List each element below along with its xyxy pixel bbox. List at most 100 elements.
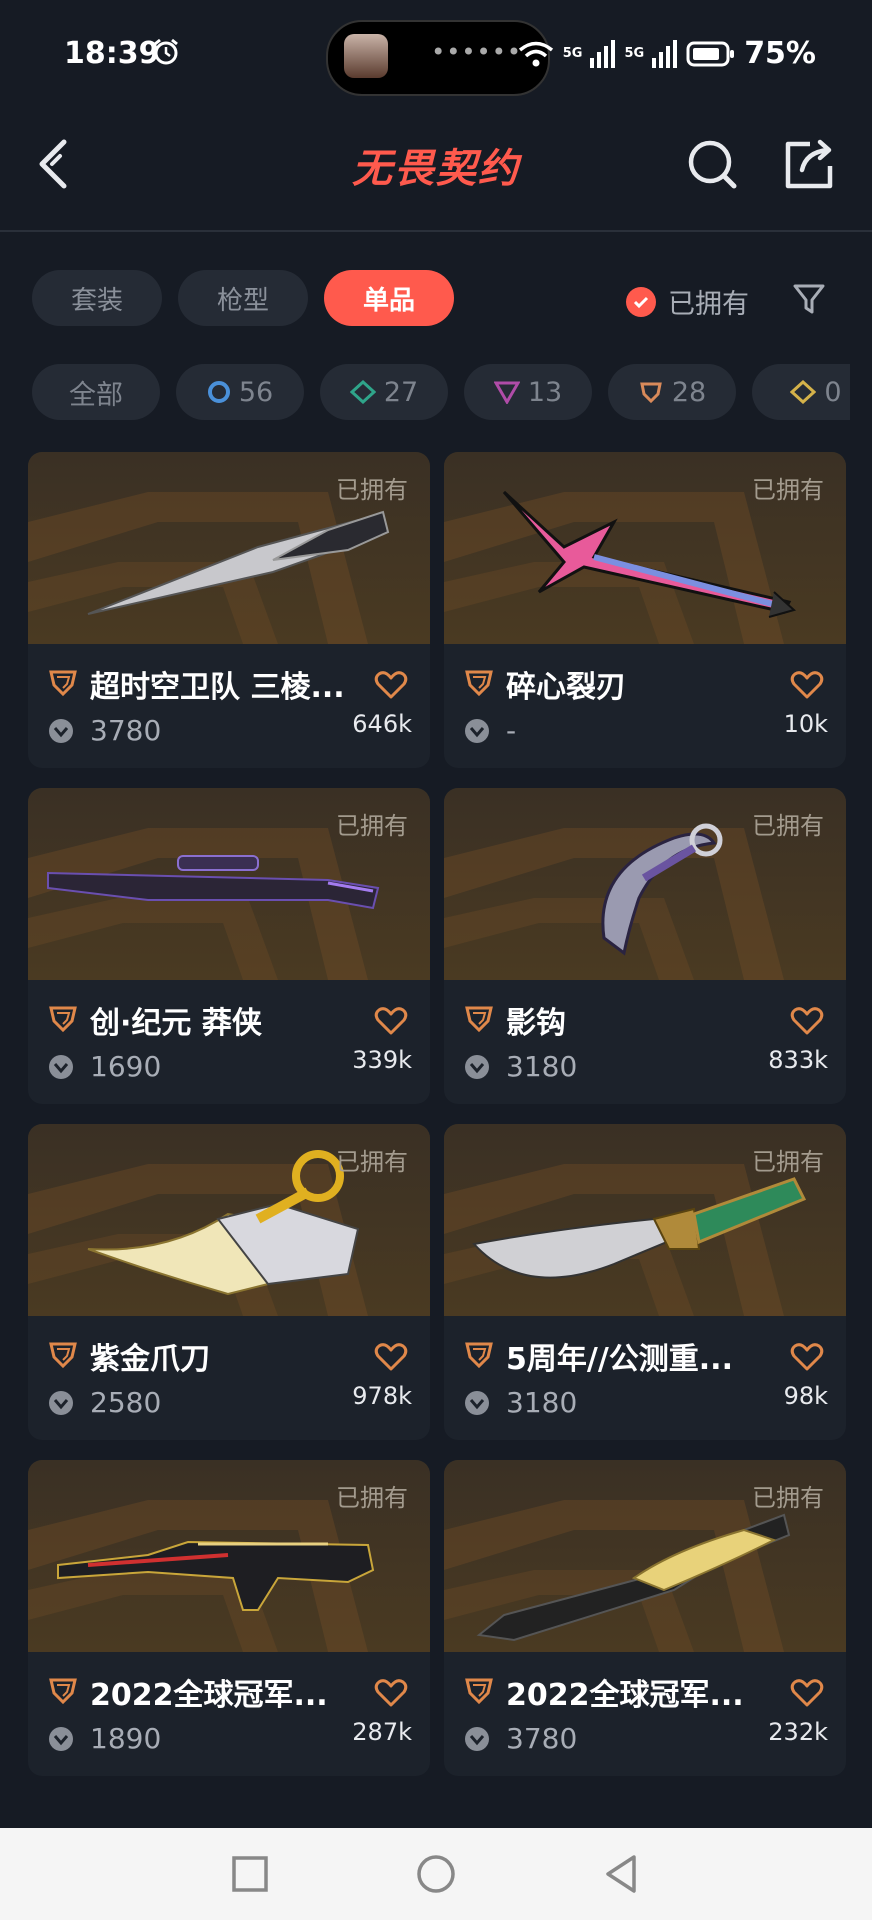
tab-gun-types[interactable]: 枪型 (178, 270, 308, 326)
chip-label: 56 (238, 376, 274, 408)
triangle-purple-icon (493, 381, 520, 404)
item-card[interactable]: 已拥有 紫金爪刀 2580 978k (28, 1124, 430, 1440)
chip-exclusive[interactable]: 28 (608, 364, 736, 420)
chip-label: 13 (527, 376, 563, 408)
owned-label: 已拥有 (336, 812, 408, 840)
heart-icon[interactable] (790, 1678, 824, 1708)
like-count: 232k (768, 1718, 828, 1746)
item-image: 已拥有 (28, 1124, 430, 1316)
owned-label: 已拥有 (336, 476, 408, 504)
item-name: 超时空卫队 三棱... (90, 670, 345, 705)
heart-icon[interactable] (374, 1006, 408, 1036)
vp-currency-icon (465, 719, 489, 743)
owned-toggle[interactable]: 已拥有 (626, 282, 749, 321)
chip-label: 28 (671, 376, 707, 408)
like-count: 833k (768, 1046, 828, 1074)
chip-select[interactable]: 56 (176, 364, 304, 420)
vp-currency-icon (49, 1391, 73, 1415)
item-grid: 已拥有 超时空卫队 三棱... 3780 646k 已拥有 碎心裂刃 -10k 已拥有 创·纪元… (28, 452, 846, 1776)
tier-exclusive-icon (465, 1342, 493, 1369)
chip-deluxe[interactable]: 27 (320, 364, 448, 420)
item-name: 碎心裂刃 (506, 670, 626, 705)
tier-exclusive-icon (49, 670, 77, 697)
category-tabs: 套装 枪型 单品 (32, 270, 454, 326)
search-icon[interactable] (686, 136, 738, 192)
item-card[interactable]: 已拥有 创·纪元 莽侠 1690 339k (28, 788, 430, 1104)
item-price: 3780 (90, 714, 162, 747)
owned-label: 已拥有 (336, 1148, 408, 1176)
chip-label: 0 (824, 376, 842, 408)
tier-exclusive-icon (49, 1006, 77, 1033)
ring-blue-icon (207, 381, 230, 403)
heart-icon[interactable] (374, 1678, 408, 1708)
back-nav-icon[interactable] (600, 1852, 644, 1896)
app-header: 无畏契约 (0, 110, 872, 232)
pentagon-orange-icon (639, 382, 662, 404)
filter-icon[interactable] (792, 282, 826, 316)
owned-toggle-label: 已拥有 (668, 289, 749, 320)
item-image: 已拥有 (444, 788, 846, 980)
heart-icon[interactable] (374, 670, 408, 700)
item-card[interactable]: 已拥有超时空卫队 三棱... 3780 646k (28, 452, 430, 768)
system-icons: 5G 5G 75% (517, 36, 816, 71)
home-icon[interactable] (414, 1852, 458, 1896)
signal-icon (590, 39, 616, 68)
avatar (344, 34, 388, 78)
owned-label: 已拥有 (752, 812, 824, 840)
item-price: 3180 (506, 1386, 578, 1419)
item-image: 已拥有 (444, 452, 846, 644)
heart-icon[interactable] (374, 1342, 408, 1372)
item-card[interactable]: 已拥有 5周年//公测重... 3180 98k (444, 1124, 846, 1440)
chip-label: 全部 (69, 379, 123, 411)
item-name: 2022全球冠军... (90, 1678, 328, 1713)
tier-exclusive-icon (49, 1678, 77, 1705)
battery-percent: 75% (744, 36, 816, 71)
chip-all[interactable]: 全部 (32, 364, 160, 420)
owned-label: 已拥有 (336, 1484, 408, 1512)
chip-premium[interactable]: 13 (464, 364, 592, 420)
tab-suits[interactable]: 套装 (32, 270, 162, 326)
recent-apps-icon[interactable] (228, 1852, 272, 1896)
item-image: 已拥有 (444, 1460, 846, 1652)
item-card[interactable]: 已拥有 2022全球冠军... 1890 287k (28, 1460, 430, 1776)
vp-currency-icon (465, 1727, 489, 1751)
item-image: 已拥有 (444, 1124, 846, 1316)
like-count: 646k (352, 710, 412, 738)
tier-exclusive-icon (465, 1006, 493, 1033)
item-price: 3180 (506, 1050, 578, 1083)
item-name: 2022全球冠军... (506, 1678, 744, 1713)
heart-icon[interactable] (790, 1006, 824, 1036)
battery-icon (686, 41, 735, 66)
tab-single-items[interactable]: 单品 (324, 270, 454, 326)
vp-currency-icon (49, 1055, 73, 1079)
check-icon (626, 286, 656, 317)
heart-icon[interactable] (790, 670, 824, 700)
item-price: - (506, 714, 517, 747)
item-name: 创·纪元 莽侠 (90, 1006, 262, 1041)
tier-exclusive-icon (465, 1678, 493, 1705)
heart-icon[interactable] (790, 1342, 824, 1372)
alarm-icon (154, 38, 178, 65)
item-image: 已拥有 (28, 788, 430, 980)
diamond-gold-icon (790, 380, 817, 404)
owned-label: 已拥有 (752, 1148, 824, 1176)
chip-ultra[interactable]: 0 (752, 364, 850, 420)
like-count: 978k (352, 1382, 412, 1410)
like-count: 339k (352, 1046, 412, 1074)
item-name: 紫金爪刀 (90, 1342, 210, 1377)
owned-label: 已拥有 (752, 1484, 824, 1512)
page-title: 无畏契约 (352, 146, 520, 192)
item-name: 影钩 (506, 1006, 566, 1041)
signal-label-2: 5G (624, 46, 645, 61)
diamond-green-icon (349, 380, 376, 404)
item-card[interactable]: 已拥有 2022全球冠军... 3780 232k (444, 1460, 846, 1776)
system-nav-bar (0, 1828, 872, 1920)
item-image: 已拥有 (28, 1460, 430, 1652)
item-card[interactable]: 已拥有 碎心裂刃 - 10k (444, 452, 846, 768)
more-dots-icon: •••••• (431, 38, 522, 66)
item-card[interactable]: 已拥有影钩 3180 833k (444, 788, 846, 1104)
chip-label: 27 (383, 376, 419, 408)
tier-exclusive-icon (465, 670, 493, 697)
owned-label: 已拥有 (752, 476, 824, 504)
share-icon[interactable] (782, 136, 836, 192)
